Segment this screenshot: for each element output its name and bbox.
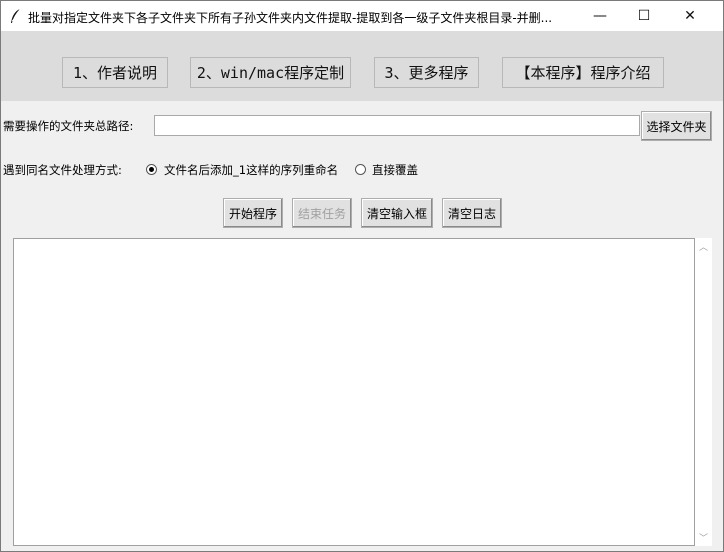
stop-button: 结束任务 <box>292 198 352 228</box>
author-info-button[interactable]: 1、作者说明 <box>62 57 168 88</box>
close-button[interactable]: ✕ <box>667 1 713 31</box>
menu-bar: 1、作者说明 2、win/mac程序定制 3、更多程序 【本程序】程序介绍 <box>1 31 723 101</box>
conflict-label: 遇到同名文件处理方式: <box>3 163 122 177</box>
radio-rename-label[interactable]: 文件名后添加_1这样的序列重命名 <box>164 162 338 178</box>
program-intro-button[interactable]: 【本程序】程序介绍 <box>502 57 664 88</box>
clear-input-button[interactable]: 清空输入框 <box>361 198 433 228</box>
app-window: 批量对指定文件夹下各子文件夹下所有子孙文件夹内文件提取-提取到各一级子文件夹根目… <box>0 0 724 552</box>
title-bar: 批量对指定文件夹下各子文件夹下所有子孙文件夹内文件提取-提取到各一级子文件夹根目… <box>1 1 723 31</box>
log-textarea[interactable] <box>13 238 695 546</box>
path-label: 需要操作的文件夹总路径: <box>3 119 134 133</box>
radio-overwrite-label[interactable]: 直接覆盖 <box>372 162 418 178</box>
scroll-down-icon[interactable]: ﹀ <box>695 529 712 546</box>
minimize-button[interactable]: — <box>577 1 623 31</box>
radio-overwrite[interactable] <box>355 164 366 175</box>
scroll-up-icon[interactable]: ︿ <box>695 238 712 255</box>
clear-log-button[interactable]: 清空日志 <box>442 198 502 228</box>
window-title: 批量对指定文件夹下各子文件夹下所有子孙文件夹内文件提取-提取到各一级子文件夹根目… <box>28 11 553 25</box>
log-scrollbar[interactable]: ︿ ﹀ <box>695 238 712 546</box>
browse-folder-button[interactable]: 选择文件夹 <box>641 111 712 141</box>
custom-program-button[interactable]: 2、win/mac程序定制 <box>190 57 351 88</box>
start-button[interactable]: 开始程序 <box>223 198 283 228</box>
path-input[interactable] <box>154 115 640 136</box>
maximize-button[interactable]: ☐ <box>621 1 667 31</box>
more-programs-button[interactable]: 3、更多程序 <box>374 57 479 88</box>
feather-icon <box>11 8 21 23</box>
radio-rename[interactable] <box>146 164 157 175</box>
